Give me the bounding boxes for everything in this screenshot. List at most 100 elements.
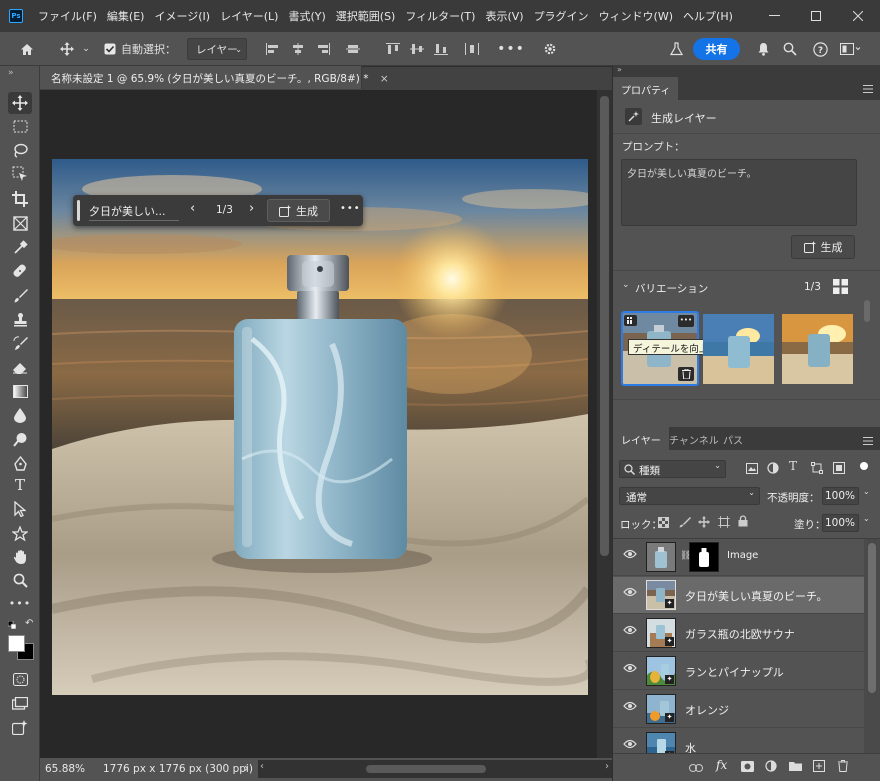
horizontal-scrollbar[interactable]: ‹ › [258, 760, 612, 778]
auto-select-target-dropdown[interactable]: レイヤー ⌄ [187, 38, 247, 60]
align-right-edges-button[interactable] [314, 32, 332, 66]
dodge-tool[interactable] [8, 428, 32, 450]
frame-tool[interactable] [8, 212, 32, 234]
filter-type-icon[interactable]: T [789, 459, 797, 473]
menu-help[interactable]: ヘルプ(H) [678, 8, 738, 24]
menu-window[interactable]: ウィンドウ(W) [594, 8, 678, 24]
properties-scroll-thumb[interactable] [864, 300, 870, 322]
opacity-input[interactable]: 100% [822, 487, 859, 505]
blur-tool[interactable] [8, 404, 32, 426]
menu-edit[interactable]: 編集(E) [102, 8, 150, 24]
home-button[interactable] [14, 32, 40, 66]
layer-filter-dropdown[interactable]: 種類 ⌄ [619, 460, 726, 478]
layers-scroll-thumb[interactable] [868, 543, 876, 693]
lock-artboard-icon[interactable] [718, 516, 730, 531]
clone-stamp-tool[interactable] [8, 308, 32, 330]
delete-layer-icon[interactable] [838, 760, 848, 775]
lasso-tool[interactable] [8, 139, 32, 161]
more-icon[interactable]: ••• [340, 203, 361, 214]
align-vertical-centers-button[interactable] [344, 32, 362, 66]
opacity-chevron-icon[interactable]: ⌄ [863, 487, 870, 496]
add-mask-icon[interactable] [741, 761, 754, 775]
tab-paths[interactable]: パス [715, 427, 751, 450]
menu-layer[interactable]: レイヤー(L) [215, 8, 283, 24]
layer-row[interactable]: ✦ ランとパイナップル [613, 653, 864, 690]
close-window-button[interactable] [838, 0, 878, 32]
filter-adjustment-icon[interactable] [767, 462, 779, 477]
foreground-color-swatch[interactable] [8, 635, 25, 652]
filter-pixel-icon[interactable] [746, 463, 758, 477]
distribute-bottom-button[interactable] [432, 32, 450, 66]
previous-variation-icon[interactable]: ‹ [190, 201, 195, 216]
pen-tool[interactable] [8, 452, 32, 474]
visibility-eye-icon[interactable] [623, 701, 637, 715]
document-image[interactable] [52, 159, 588, 695]
layer-mask-thumbnail[interactable] [689, 542, 719, 572]
lock-transparent-icon[interactable] [658, 517, 669, 531]
generate-button[interactable]: 生成 [267, 199, 330, 222]
auto-select-checkbox[interactable] [103, 32, 117, 66]
variation-thumbnail-2[interactable] [703, 314, 774, 384]
visibility-eye-icon[interactable] [623, 549, 637, 563]
layers-panel-menu-icon[interactable] [863, 435, 873, 448]
fill-chevron-icon[interactable]: ⌄ [863, 514, 870, 523]
crop-tool[interactable] [8, 188, 32, 210]
preset-chevron-icon[interactable]: ⌄ [80, 32, 92, 66]
beaker-button[interactable] [665, 32, 687, 66]
history-brush-tool[interactable] [8, 332, 32, 354]
layer-row[interactable]: ✦ ガラス瓶の北欧サウナ [613, 615, 864, 652]
collapse-dock-icon[interactable]: » [617, 65, 622, 74]
visibility-eye-icon[interactable] [623, 663, 637, 677]
variation-more-icon[interactable]: ••• [678, 315, 694, 327]
filter-shape-icon[interactable] [811, 462, 823, 477]
fill-input[interactable]: 100% [822, 514, 859, 532]
menu-view[interactable]: 表示(V) [480, 8, 528, 24]
layers-scrollbar[interactable] [864, 539, 880, 753]
collapse-toolbar-icon[interactable]: » [8, 68, 14, 78]
scroll-right-icon[interactable]: › [605, 761, 609, 772]
object-selection-tool[interactable] [8, 163, 32, 185]
scroll-left-icon[interactable]: ‹ [260, 761, 264, 772]
custom-shape-tool[interactable] [8, 522, 32, 544]
marquee-tool[interactable] [8, 115, 32, 137]
lock-position-icon[interactable] [698, 516, 710, 531]
variation-thumbnail-3[interactable] [782, 314, 853, 384]
layer-row-selected[interactable]: ✦ 夕日が美しい真夏のビーチ。 [613, 577, 864, 614]
notifications-button[interactable] [754, 32, 772, 66]
zoom-level[interactable]: 65.88% [45, 763, 85, 775]
distribute-horizontal-button[interactable] [463, 32, 481, 66]
variation-info-icon[interactable] [624, 315, 637, 326]
eraser-tool[interactable] [8, 356, 32, 378]
fx-icon[interactable]: fx [716, 758, 727, 772]
minimize-button[interactable] [754, 0, 794, 32]
edit-toolbar-button[interactable] [8, 716, 32, 738]
type-tool-icon[interactable]: T [8, 474, 32, 496]
layer-row[interactable]: ✦ オレンジ [613, 691, 864, 728]
prompt-preview[interactable]: 夕日が美しい... [89, 203, 166, 219]
filter-smart-object-icon[interactable] [833, 462, 845, 477]
lock-all-icon[interactable] [738, 515, 748, 530]
lock-pixels-icon[interactable] [679, 516, 691, 531]
more-tools-icon[interactable]: ••• [8, 592, 32, 614]
more-options-icon[interactable]: ••• [497, 32, 524, 66]
layer-row[interactable]: ⛓ Image [613, 539, 864, 576]
gradient-tool[interactable] [8, 380, 32, 402]
workspace-button[interactable] [838, 32, 862, 66]
distribute-top-button[interactable] [384, 32, 402, 66]
menu-plugins[interactable]: プラグイン [529, 8, 594, 24]
vertical-scrollbar[interactable] [597, 90, 612, 758]
layer-row[interactable]: ✦ 水 [613, 729, 864, 753]
horizontal-scroll-thumb[interactable] [366, 765, 486, 773]
menu-filter[interactable]: フィルター(T) [400, 8, 480, 24]
healing-brush-tool[interactable] [8, 260, 32, 282]
visibility-eye-icon[interactable] [623, 587, 637, 601]
default-colors-icon[interactable] [7, 619, 17, 630]
quick-mask-button[interactable] [8, 668, 32, 690]
maximize-button[interactable] [796, 0, 836, 32]
share-button[interactable]: 共有 [693, 38, 740, 60]
move-tool-preset[interactable] [55, 32, 79, 66]
blend-mode-dropdown[interactable]: 通常 ⌄ [619, 487, 760, 505]
eyedropper-tool[interactable] [8, 236, 32, 258]
group-folder-icon[interactable] [789, 761, 802, 774]
search-button[interactable] [781, 32, 799, 66]
